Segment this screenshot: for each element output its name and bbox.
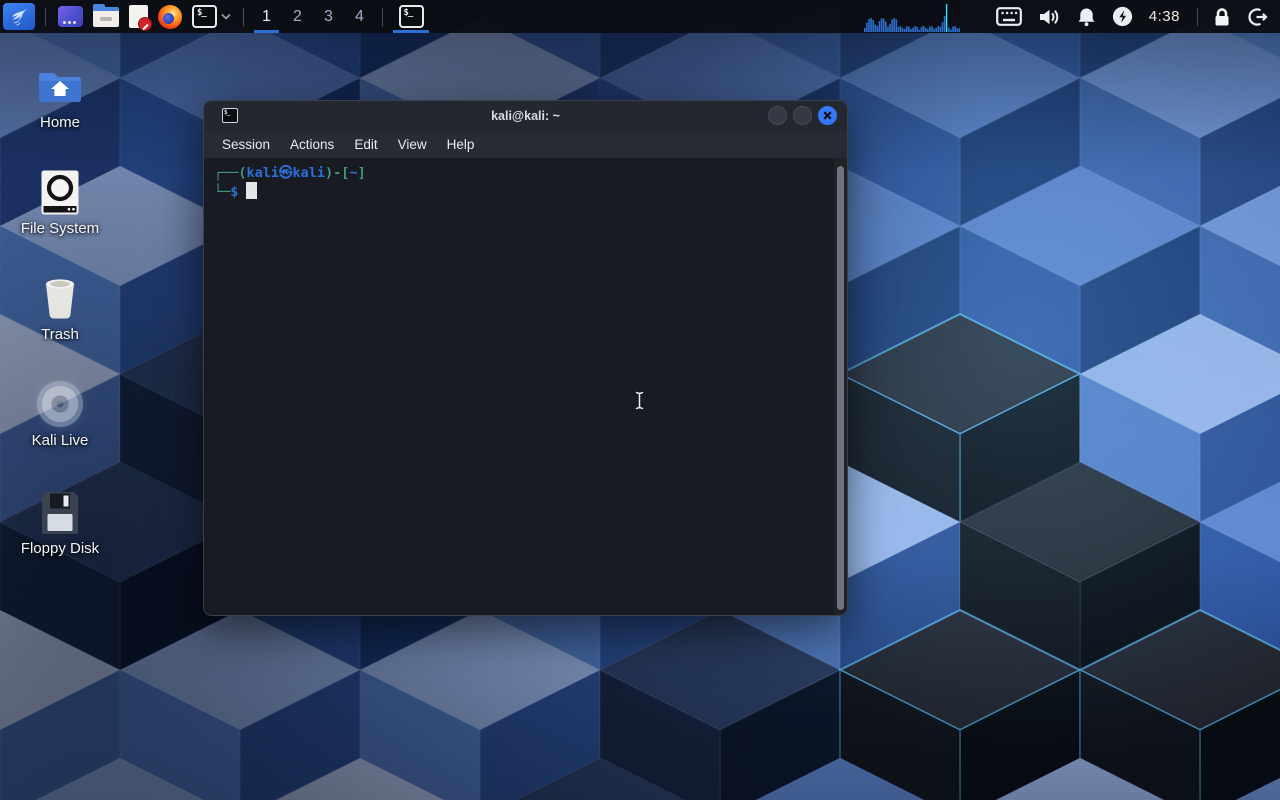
notifications-indicator[interactable] [1077, 7, 1096, 27]
desktop-icon-trash[interactable]: Trash [14, 274, 106, 343]
workspace-3-label: 3 [324, 7, 333, 25]
document-edit-icon [129, 5, 152, 31]
desktop-icon-label: Trash [41, 326, 79, 343]
desktop-icon-label: Kali Live [31, 432, 89, 449]
keyboard-icon [995, 7, 1022, 26]
workspace-4[interactable]: 4 [344, 0, 375, 33]
prompt-host: kali [292, 165, 326, 181]
workspace-2-label: 2 [293, 7, 302, 25]
volume-indicator[interactable] [1038, 7, 1061, 27]
launcher-app-window[interactable] [53, 0, 88, 33]
workspace-2[interactable]: 2 [282, 0, 313, 33]
top-panel: $_ 1 2 3 4 $_ 4:38 [0, 0, 1280, 33]
menu-view[interactable]: View [388, 131, 437, 158]
prompt-path: ~ [349, 165, 358, 181]
prompt-line-2: └─$ [214, 182, 823, 201]
terminal-glyph: $_ [224, 109, 230, 116]
lock-icon [1215, 7, 1229, 25]
mouse-cursor-ibeam [634, 390, 645, 411]
applications-menu-button[interactable] [0, 0, 38, 33]
terminal-icon: $_ [398, 5, 424, 28]
terminal-window: $_ kali@kali: ~ Session Actions Edit Vie… [203, 100, 848, 616]
panel-right: 4:38 [863, 0, 1280, 33]
trash-can-icon [40, 274, 80, 322]
desktop-icon-label: Home [39, 114, 80, 131]
menu-session[interactable]: Session [212, 131, 280, 158]
keyboard-indicator[interactable] [995, 7, 1022, 26]
desktop-icon-file-system[interactable]: File System [14, 168, 106, 237]
launcher-terminal[interactable]: $_ [187, 0, 236, 33]
volume-icon [1039, 9, 1059, 24]
logout-icon [1248, 7, 1268, 26]
workspace-1-label: 1 [262, 7, 271, 25]
prompt-at-symbol: ㉿ [279, 165, 293, 181]
close-icon [823, 111, 832, 120]
maximize-button[interactable] [793, 106, 812, 125]
terminal-icon: $_ [222, 108, 238, 123]
prompt-line-1: ┌──(kali㉿kali)-[~] [214, 164, 823, 182]
desktop-icon-home[interactable]: Home [14, 62, 106, 131]
panel-separator [243, 7, 244, 26]
folder-icon [93, 3, 119, 27]
prompt-frame: ] [357, 165, 366, 181]
terminal-glyph: $_ [403, 8, 414, 18]
menu-actions[interactable]: Actions [280, 131, 344, 158]
close-button[interactable] [818, 106, 837, 125]
prompt-frame: )-[ [325, 165, 350, 181]
desktop-icon-label: Floppy Disk [20, 540, 100, 557]
chevron-down-icon[interactable] [221, 13, 231, 20]
prompt-frame: └─ [214, 184, 231, 200]
firefox-icon [158, 4, 182, 29]
kali-dragon-icon [3, 3, 35, 30]
terminal-output-area[interactable]: ┌──(kali㉿kali)-[~] └─$ [204, 158, 847, 615]
scrollbar-track[interactable] [834, 158, 847, 615]
power-manager-indicator[interactable] [1112, 6, 1133, 27]
taskbar-item-terminal[interactable]: $_ [390, 0, 432, 33]
menu-edit[interactable]: Edit [344, 131, 387, 158]
prompt-user: kali [246, 165, 280, 181]
window-title: kali@kali: ~ [491, 109, 560, 123]
bell-icon [1078, 8, 1095, 26]
active-task-underline [393, 30, 429, 33]
panel-separator [1197, 7, 1198, 26]
panel-left: $_ 1 2 3 4 $_ [0, 0, 432, 33]
optical-disc-icon [37, 380, 83, 428]
workspace-4-label: 4 [355, 7, 364, 25]
launcher-text-editor[interactable] [124, 0, 153, 33]
cpu-history-graph[interactable] [863, 0, 962, 33]
terminal-cursor [246, 182, 258, 199]
scrollbar-thumb[interactable] [837, 166, 844, 610]
workspace-1[interactable]: 1 [251, 0, 282, 33]
window-icon [58, 6, 83, 27]
desktop-icon-floppy-disk[interactable]: Floppy Disk [14, 488, 106, 557]
active-workspace-underline [254, 30, 279, 33]
window-titlebar[interactable]: $_ kali@kali: ~ [204, 101, 847, 131]
prompt-dollar: $ [230, 184, 239, 200]
desktop-icon-kali-live[interactable]: Kali Live [14, 380, 106, 449]
panel-separator [382, 7, 383, 26]
power-icon [1112, 6, 1132, 27]
home-folder-icon [37, 62, 83, 110]
desktop-icon-label: File System [20, 220, 100, 237]
terminal-icon: $_ [192, 5, 217, 28]
minimize-button[interactable] [768, 106, 787, 125]
logout-button[interactable] [1247, 7, 1268, 27]
terminal-glyph: $_ [197, 8, 207, 18]
window-menubar: Session Actions Edit View Help [204, 131, 847, 158]
clock[interactable]: 4:38 [1149, 8, 1180, 25]
workspace-3[interactable]: 3 [313, 0, 344, 33]
launcher-file-manager[interactable] [88, 0, 124, 33]
panel-separator [45, 7, 46, 26]
hard-disk-icon [40, 168, 80, 216]
menu-help[interactable]: Help [437, 131, 485, 158]
prompt-frame: ┌──( [214, 165, 247, 181]
window-controls [768, 106, 837, 125]
launcher-firefox[interactable] [153, 0, 187, 33]
lock-screen-button[interactable] [1213, 7, 1231, 27]
floppy-disk-icon [40, 488, 80, 536]
